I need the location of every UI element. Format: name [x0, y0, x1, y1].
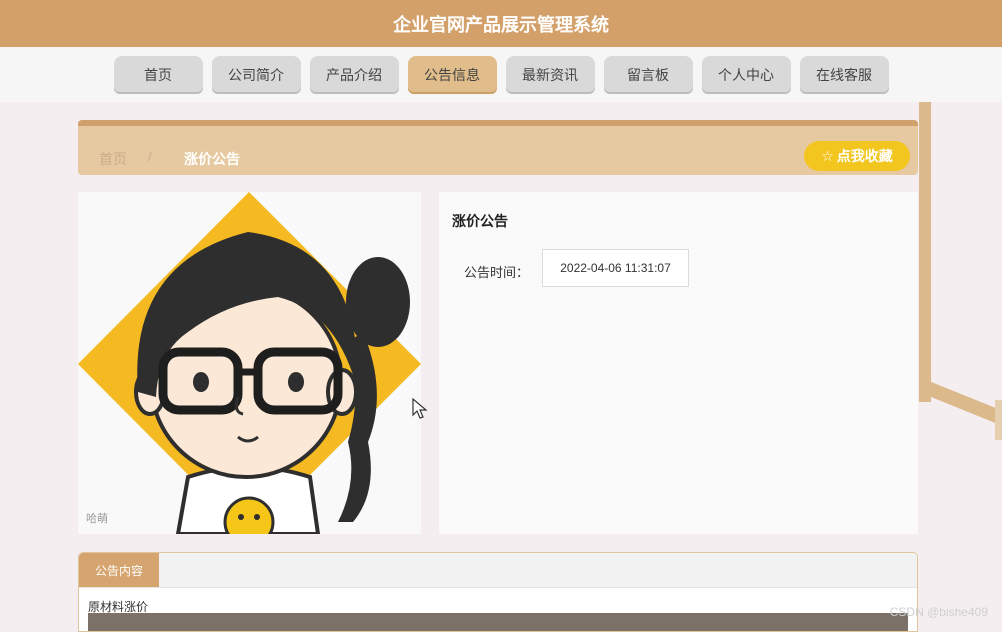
announcement-content-card: 公告内容 原材料涨价 — [78, 552, 918, 632]
decorative-frame-diagonal — [922, 380, 1002, 439]
tab-announcement-content[interactable]: 公告内容 — [79, 553, 159, 587]
announcement-time-value: 2022-04-06 11:31:07 — [542, 249, 689, 287]
site-header: 企业官网产品展示管理系统 — [0, 0, 1002, 47]
nav-item-news[interactable]: 最新资讯 — [505, 56, 595, 94]
image-caption: 哈萌 — [86, 513, 108, 525]
breadcrumb-separator: / — [148, 149, 152, 164]
nav-item-products[interactable]: 产品介绍 — [309, 56, 399, 94]
nav-item-announcements[interactable]: 公告信息 — [407, 56, 497, 94]
watermark: CSDN @bishe409 — [889, 605, 988, 619]
breadcrumb-home-link[interactable]: 首页 — [99, 149, 127, 169]
nav-item-messages[interactable]: 留言板 — [603, 56, 693, 94]
announcement-image: 哈萌 — [78, 192, 421, 534]
nav-item-company-intro[interactable]: 公司简介 — [211, 56, 301, 94]
nav-item-online-service[interactable]: 在线客服 — [799, 56, 889, 94]
announcement-time-label: 公告时间： — [464, 265, 530, 280]
favorite-button[interactable]: ☆ 点我收藏 — [804, 141, 910, 171]
decorative-frame — [919, 102, 931, 402]
main-nav: 首页 公司简介 产品介绍 公告信息 最新资讯 留言板 个人中心 在线客服 — [0, 56, 1002, 94]
site-title: 企业官网产品展示管理系统 — [393, 14, 609, 35]
breadcrumb-current: 涨价公告 — [184, 151, 240, 167]
announcement-content-image — [88, 613, 908, 631]
nav-item-home[interactable]: 首页 — [113, 56, 203, 94]
mouse-cursor-icon — [412, 397, 428, 425]
decorative-frame-edge — [995, 400, 1002, 440]
announcement-detail-panel: 涨价公告 公告时间： 2022-04-06 11:31:07 — [439, 192, 918, 534]
announcement-title: 涨价公告 — [452, 213, 508, 229]
content-tab-bar: 公告内容 — [79, 553, 917, 588]
breadcrumb: 首页 / 涨价公告 ☆ 点我收藏 — [78, 120, 918, 175]
favorite-button-label: 点我收藏 — [836, 148, 893, 164]
cartoon-avatar-illustration — [78, 192, 421, 534]
star-outline-icon: ☆ — [821, 147, 834, 164]
nav-item-personal-center[interactable]: 个人中心 — [701, 56, 791, 94]
